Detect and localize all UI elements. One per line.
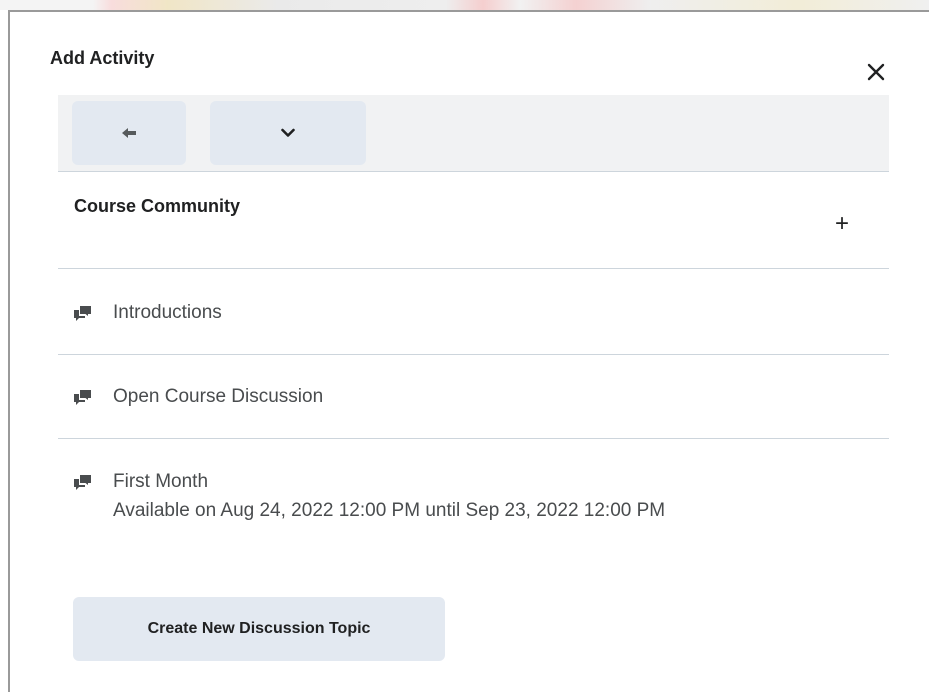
item-name: Introductions [113,302,222,323]
chevron-down-icon [281,128,295,137]
background-strip [0,0,929,10]
more-options-button[interactable] [210,101,366,165]
divider [58,268,889,269]
availability-text: Available on Aug 24, 2022 12:00 PM until… [113,500,666,521]
close-icon [867,63,885,81]
discussion-icon [74,390,91,405]
item-name: Open Course Discussion [113,386,324,407]
dialog-title: Add Activity [50,48,155,68]
close-button[interactable] [864,60,888,84]
discussion-icon [74,475,91,490]
toolbar [58,95,889,172]
divider [58,354,889,355]
section-title: Course Community [74,196,241,216]
item-name: First Month [113,471,209,492]
back-button[interactable] [72,101,186,165]
arrow-left-icon [122,128,136,138]
add-topic-button[interactable]: + [830,212,854,236]
discussion-icon [74,306,91,321]
create-discussion-topic-button[interactable]: Create New Discussion Topic [73,597,445,661]
divider [58,438,889,439]
